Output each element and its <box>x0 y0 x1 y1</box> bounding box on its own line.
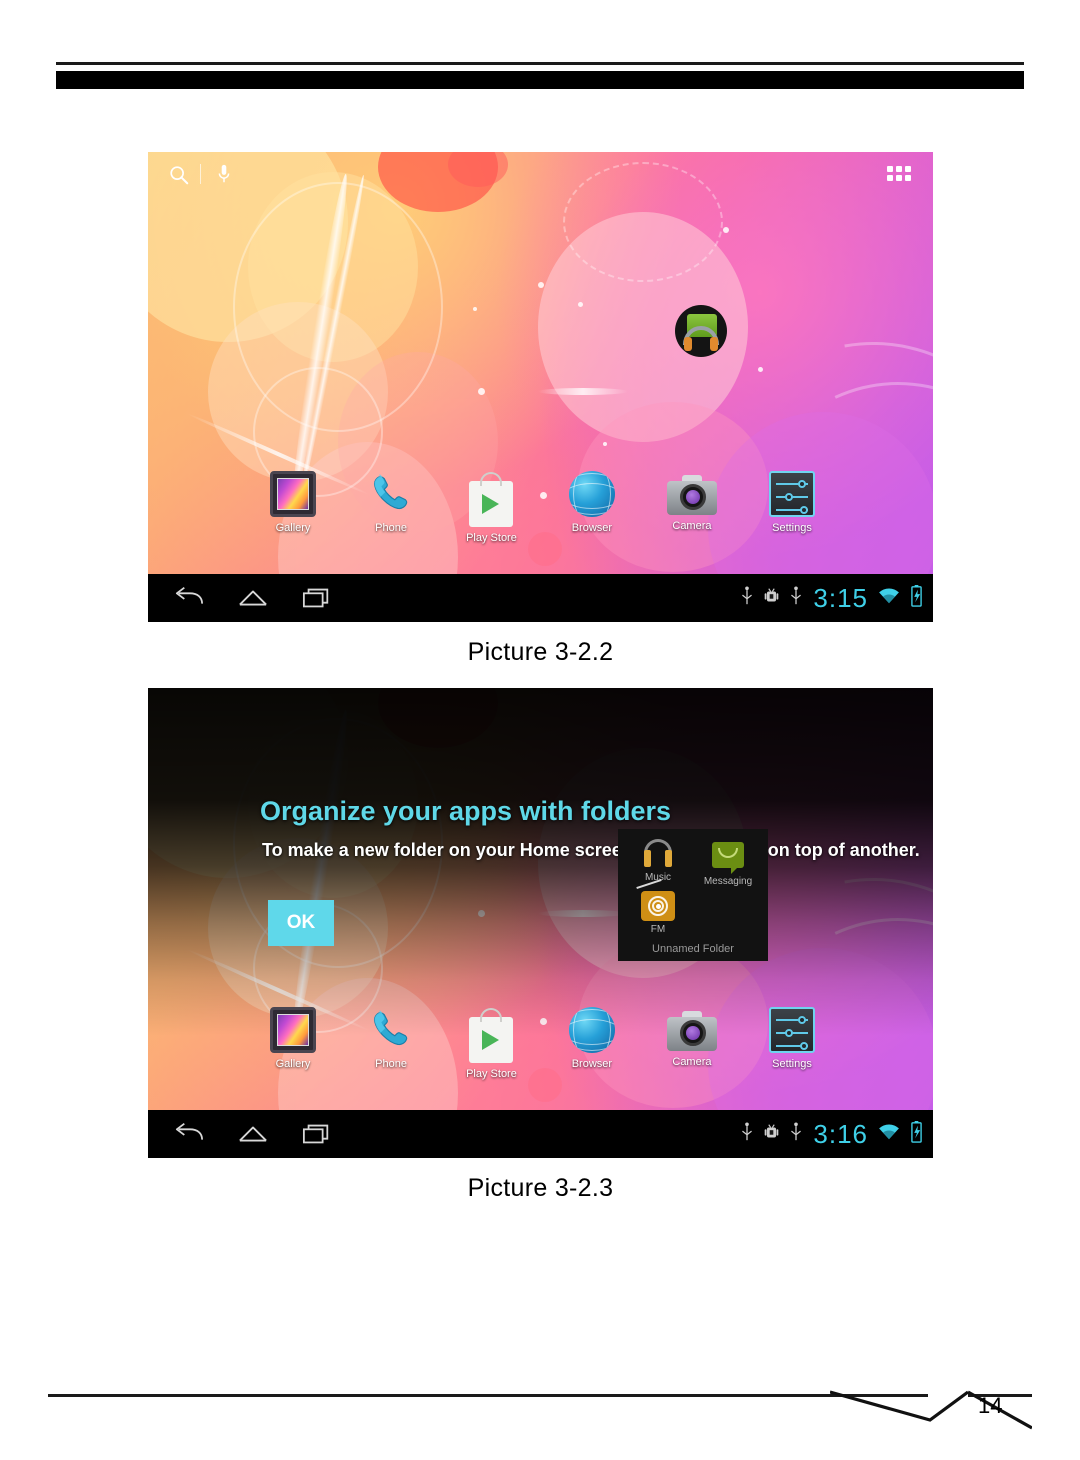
back-icon[interactable] <box>174 1122 204 1146</box>
dock-label-browser: Browser <box>571 522 613 534</box>
search-icon[interactable] <box>168 164 190 191</box>
dock-app-camera[interactable]: Camera <box>666 471 717 544</box>
device-screen-folder-tutorial: Gallery Phone Play Store Browser Camera … <box>148 688 933 1158</box>
wifi-icon <box>878 587 900 610</box>
figure-caption-2: Picture 3-2.3 <box>467 1174 614 1202</box>
ok-button[interactable]: OK <box>268 900 334 946</box>
play-store-icon <box>469 1008 514 1063</box>
app-dock-2: Gallery Phone Play Store Browser Camera … <box>270 1007 815 1080</box>
settings-icon <box>768 1007 815 1053</box>
toolbar-divider <box>200 164 201 184</box>
home-top-bar <box>148 152 933 198</box>
play-store-icon <box>469 472 514 527</box>
settings-icon <box>768 471 815 517</box>
home-icon[interactable] <box>238 586 268 610</box>
dock-label-camera: Camera <box>672 1056 712 1068</box>
camera-icon <box>666 1011 717 1051</box>
page-header-rules <box>56 62 1024 89</box>
android-debug-icon <box>764 1122 779 1147</box>
dock-app-camera[interactable]: Camera <box>666 1007 717 1080</box>
dock-app-play-store[interactable]: Play Store <box>466 1007 517 1080</box>
figure-caption-1: Picture 3-2.2 <box>467 638 614 666</box>
dock-app-gallery[interactable]: Gallery <box>270 471 316 544</box>
folder-popup[interactable]: Music Messaging FM Unnamed Folder <box>618 829 768 961</box>
app-dock: Gallery Phone Play Store Browser Camera … <box>270 471 815 544</box>
folder-app-label-fm: FM <box>650 924 666 935</box>
navigation-bar: 3:15 <box>148 574 933 622</box>
device-screen-home: Gallery Phone Play Store Browser Camera … <box>148 152 933 622</box>
folder-app-label-messaging: Messaging <box>703 876 753 887</box>
folder-app-grid: Music Messaging FM <box>626 839 760 935</box>
tutorial-title: Organize your apps with folders <box>260 796 672 826</box>
dock-app-phone[interactable]: Phone <box>368 471 414 544</box>
dock-app-settings[interactable]: Settings <box>768 1007 815 1080</box>
back-icon[interactable] <box>174 586 204 610</box>
dock-label-camera: Camera <box>672 520 712 532</box>
page-number: 14 <box>978 1393 1003 1418</box>
battery-charging-icon <box>910 584 923 612</box>
folder-name[interactable]: Unnamed Folder <box>626 943 760 955</box>
folder-app-messaging[interactable]: Messaging <box>696 839 760 887</box>
header-thick-bar <box>56 71 1024 89</box>
usb-icon-2 <box>789 585 803 611</box>
music-icon <box>641 839 675 869</box>
dock-label-gallery: Gallery <box>275 1058 311 1070</box>
microphone-icon[interactable] <box>216 163 232 190</box>
browser-icon <box>568 1007 615 1053</box>
status-time: 3:15 <box>813 582 868 613</box>
status-time: 3:16 <box>813 1118 868 1149</box>
fm-radio-icon <box>641 891 675 921</box>
dock-app-play-store[interactable]: Play Store <box>466 471 517 544</box>
home-icon[interactable] <box>238 1122 268 1146</box>
dock-label-play-store: Play Store <box>466 1068 517 1080</box>
figure-3-2-2: Gallery Phone Play Store Browser Camera … <box>148 152 933 667</box>
dock-app-gallery[interactable]: Gallery <box>270 1007 316 1080</box>
figure-3-2-3: Gallery Phone Play Store Browser Camera … <box>148 688 933 1203</box>
dock-app-browser[interactable]: Browser <box>568 471 615 544</box>
dock-label-gallery: Gallery <box>275 522 311 534</box>
dock-label-phone: Phone <box>375 1058 407 1070</box>
browser-icon <box>568 471 615 517</box>
recent-apps-icon[interactable] <box>302 586 332 610</box>
messaging-icon <box>712 842 744 874</box>
folder-app-fm[interactable]: FM <box>626 879 690 935</box>
wifi-icon <box>878 1123 900 1146</box>
tutorial-subtitle: To make a new folder on your Home screen… <box>262 840 920 860</box>
dock-app-browser[interactable]: Browser <box>568 1007 615 1080</box>
gallery-icon <box>270 471 316 517</box>
dock-label-play-store: Play Store <box>466 532 517 544</box>
camera-icon <box>666 475 717 515</box>
usb-icon <box>740 1121 754 1147</box>
dock-label-browser: Browser <box>571 1058 613 1070</box>
folder-empty-slot <box>696 891 760 935</box>
wallpaper <box>148 152 933 622</box>
battery-charging-icon <box>910 1120 923 1148</box>
recent-apps-icon[interactable] <box>302 1122 332 1146</box>
apps-grid-icon[interactable] <box>887 166 911 181</box>
usb-icon-2 <box>789 1121 803 1147</box>
gallery-icon <box>270 1007 316 1053</box>
dock-label-settings: Settings <box>772 522 812 534</box>
footer-rule-left <box>48 1394 928 1397</box>
tutorial-overlay <box>148 688 933 1158</box>
music-player-widget[interactable] <box>675 305 727 357</box>
android-debug-icon <box>764 586 779 611</box>
navigation-bar-2: 3:16 <box>148 1110 933 1158</box>
dock-label-phone: Phone <box>375 522 407 534</box>
usb-icon <box>740 585 754 611</box>
phone-icon <box>368 1007 414 1053</box>
dock-app-settings[interactable]: Settings <box>768 471 815 544</box>
dock-label-settings: Settings <box>772 1058 812 1070</box>
dock-app-phone[interactable]: Phone <box>368 1007 414 1080</box>
phone-icon <box>368 471 414 517</box>
